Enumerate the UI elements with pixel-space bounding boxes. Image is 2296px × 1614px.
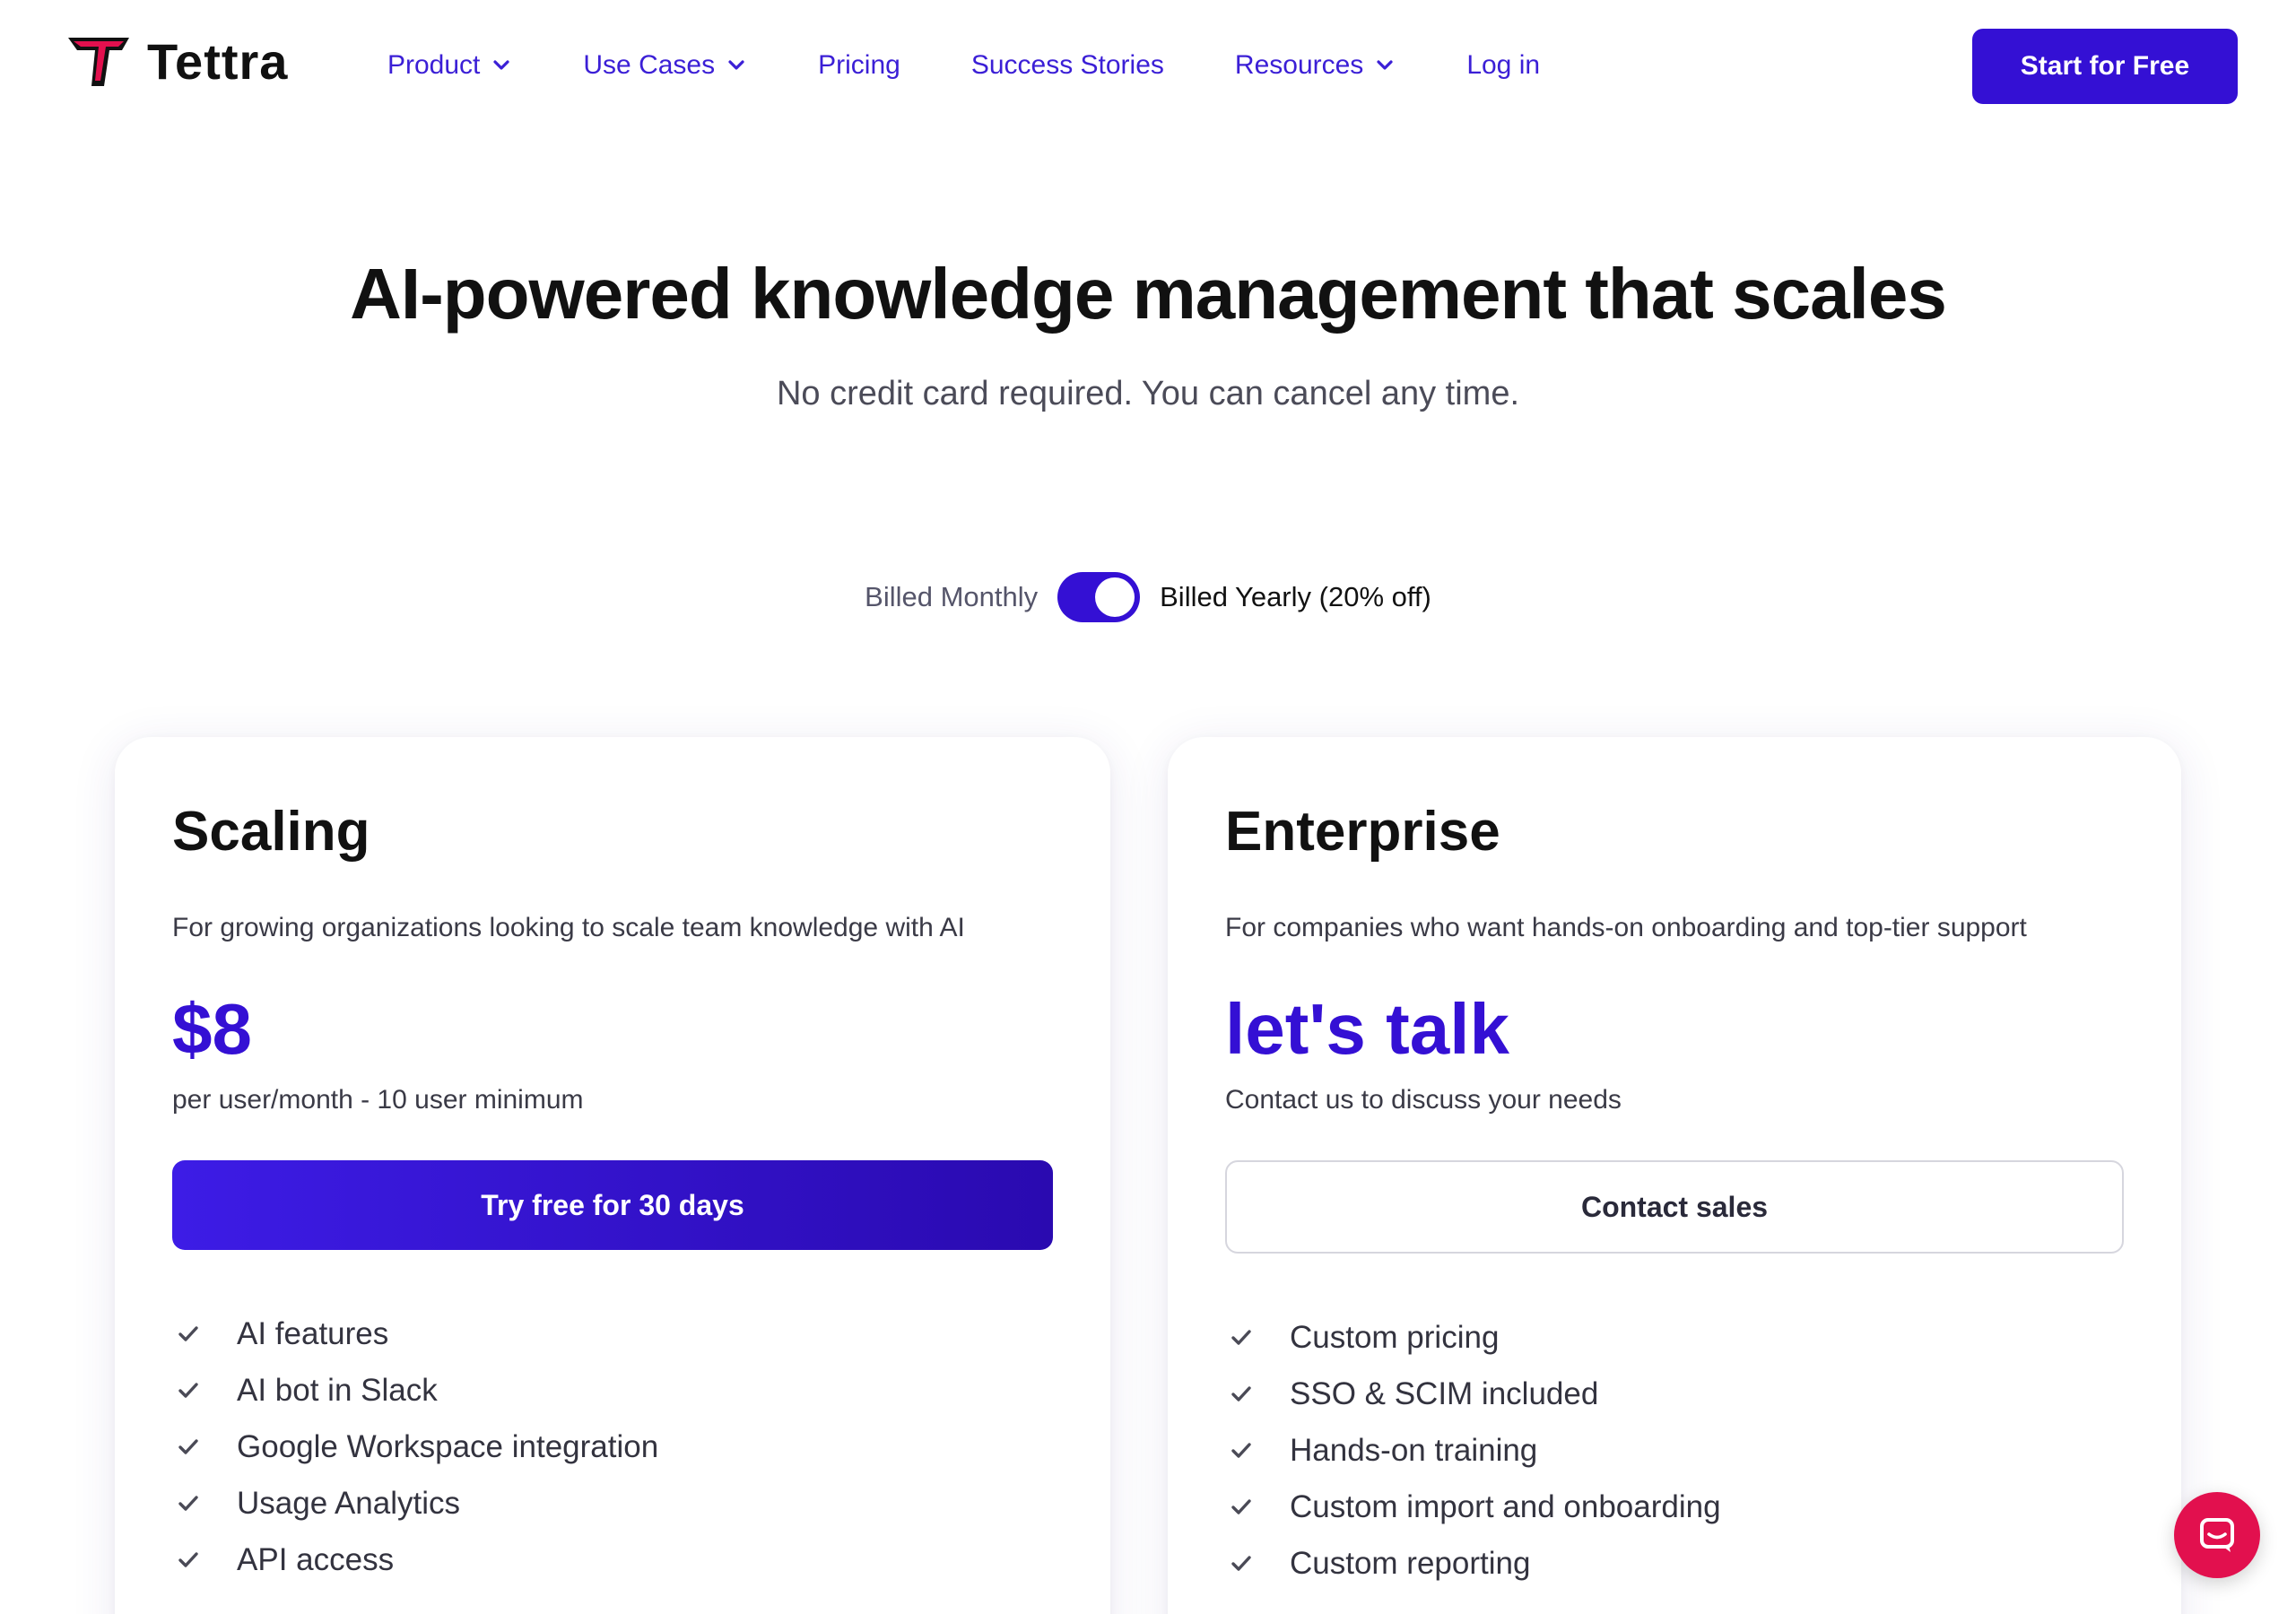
feature-label: Usage Analytics [237,1485,461,1521]
start-for-free-button[interactable]: Start for Free [1972,29,2238,104]
list-item: AI bot in Slack [172,1362,1053,1419]
nav-pricing-label: Pricing [818,50,900,80]
tettra-logo-icon [68,37,129,86]
list-item: Custom pricing [1225,1309,2124,1366]
plan-name: Enterprise [1225,801,1500,863]
page-title: AI-powered knowledge management that sca… [350,254,1947,334]
toggle-knob [1095,577,1135,617]
list-item: Usage Analytics [172,1475,1053,1532]
brand-name: Tettra [147,33,289,90]
feature-label: Hands-on training [1290,1432,1538,1468]
feature-label: Google Workspace integration [237,1428,659,1464]
check-icon [178,1495,198,1511]
contact-sales-button[interactable]: Contact sales [1225,1160,2124,1254]
list-item: Custom reporting [1225,1535,2124,1592]
check-icon [178,1382,198,1398]
plan-price: $8 [172,989,252,1069]
feature-list: AI features AI bot in Slack Google Works… [172,1306,1053,1588]
chat-launcher-button[interactable] [2174,1492,2260,1578]
billed-yearly-label[interactable]: Billed Yearly (20% off) [1160,581,1431,613]
pricing-page: Tettra Product Use Cases Pricing Success… [0,0,2296,1614]
billed-monthly-label[interactable]: Billed Monthly [865,581,1038,613]
feature-label: API access [237,1541,395,1577]
feature-label: AI features [237,1315,389,1351]
plan-card-enterprise: Enterprise For companies who want hands-… [1168,737,2181,1614]
nav-use-cases-label: Use Cases [583,50,716,80]
list-item: Custom import and onboarding [1225,1479,2124,1535]
feature-label: Custom import and onboarding [1290,1488,1721,1524]
plan-description: For companies who want hands-on onboardi… [1225,913,2027,942]
chevron-down-icon [493,60,509,70]
check-icon [1231,1329,1251,1345]
billing-toggle-switch[interactable] [1057,572,1141,622]
check-icon [1231,1385,1251,1401]
check-icon [1231,1555,1251,1571]
nav-success-stories-label: Success Stories [970,50,1164,80]
check-icon [1231,1498,1251,1514]
list-item: Hands-on training [1225,1422,2124,1479]
try-free-button[interactable]: Try free for 30 days [172,1160,1053,1250]
plan-name: Scaling [172,801,370,863]
list-item: API access [172,1532,1053,1588]
feature-label: Custom reporting [1290,1545,1531,1581]
feature-label: Custom pricing [1290,1319,1500,1355]
check-icon [178,1325,198,1341]
nav-product-label: Product [387,50,481,80]
list-item: AI features [172,1306,1053,1362]
nav-resources[interactable]: Resources [1235,50,1396,81]
nav-pricing[interactable]: Pricing [818,50,900,81]
nav-log-in[interactable]: Log in [1466,50,1540,81]
check-icon [178,1551,198,1567]
plan-card-scaling: Scaling For growing organizations lookin… [115,737,1110,1614]
nav-resources-label: Resources [1234,50,1364,80]
feature-list: Custom pricing SSO & SCIM included Hands… [1225,1309,2124,1592]
feature-label: SSO & SCIM included [1290,1375,1599,1411]
nav-success-stories[interactable]: Success Stories [971,50,1164,81]
plan-price-note: per user/month - 10 user minimum [172,1085,584,1115]
check-icon [1231,1442,1251,1458]
nav-product[interactable]: Product [387,50,512,81]
page-subtitle: No credit card required. You can cancel … [776,375,1520,412]
brand-logo[interactable]: Tettra [65,32,288,91]
top-navigation: Tettra Product Use Cases Pricing Success… [0,0,2296,143]
billing-toggle-group: Billed Monthly Billed Yearly (20% off) [0,572,2296,622]
nav-links: Product Use Cases Pricing Success Storie… [387,50,1611,81]
chevron-down-icon [728,60,744,70]
plan-description: For growing organizations looking to sca… [172,913,965,942]
plan-price-note: Contact us to discuss your needs [1225,1085,1622,1115]
list-item: SSO & SCIM included [1225,1366,2124,1422]
feature-label: AI bot in Slack [237,1372,438,1408]
list-item: Google Workspace integration [172,1419,1053,1475]
chat-icon [2200,1518,2234,1552]
nav-use-cases[interactable]: Use Cases [583,50,747,81]
chevron-down-icon [1377,60,1393,70]
nav-log-in-label: Log in [1466,50,1541,80]
plan-price: let's talk [1225,989,1509,1069]
check-icon [178,1438,198,1454]
